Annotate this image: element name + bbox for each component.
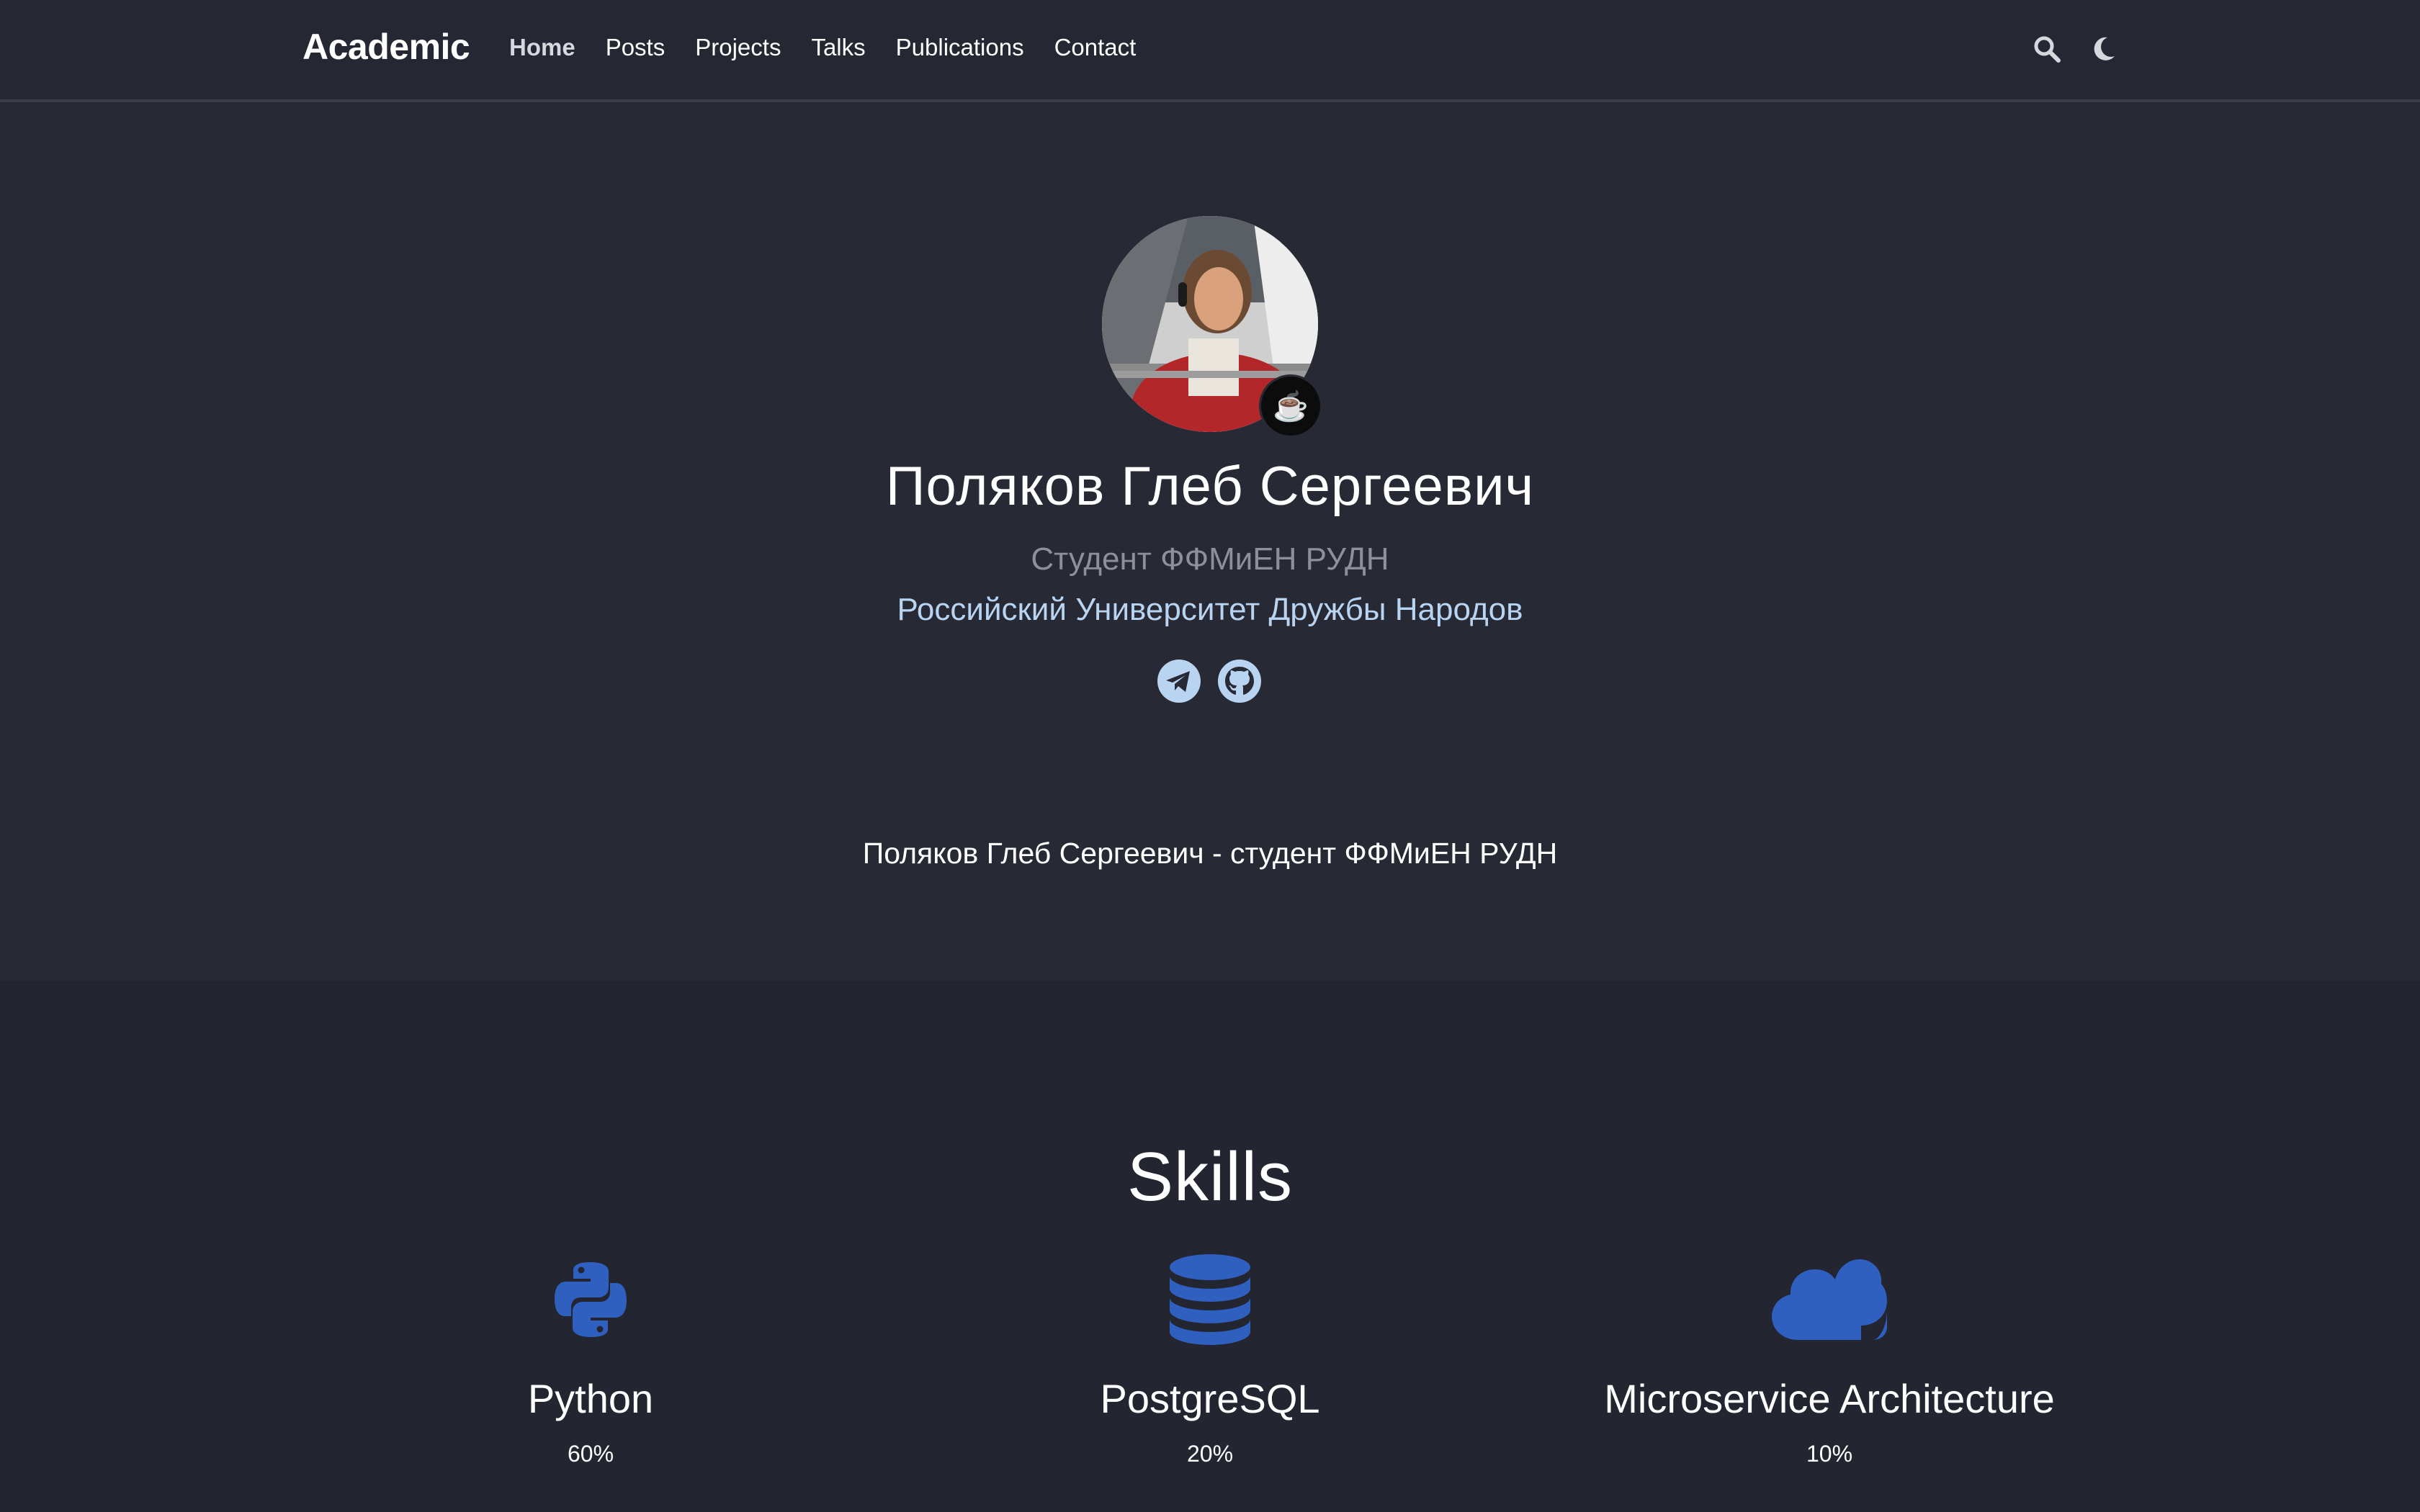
skill-level: 10% (1806, 1441, 1853, 1467)
search-icon[interactable] (2033, 35, 2061, 63)
avatar-container: ☕ (1102, 216, 1322, 438)
profile-bio: Поляков Глеб Сергеевич - студент ФФМиЕН … (862, 837, 1558, 870)
python-icon (555, 1262, 627, 1337)
github-icon[interactable] (1216, 658, 1263, 704)
status-emoji-badge: ☕ (1259, 374, 1322, 438)
nav-item-projects[interactable]: Projects (695, 34, 781, 61)
skill-postgresql: PostgreSQL 20% (900, 1254, 1520, 1467)
nav-item-home[interactable]: Home (509, 34, 575, 61)
nav-item-posts[interactable]: Posts (606, 34, 666, 61)
social-links (1156, 658, 1263, 704)
nav-item-contact[interactable]: Contact (1054, 34, 1137, 61)
moon-icon[interactable] (2089, 35, 2118, 63)
nav-item-publications[interactable]: Publications (896, 34, 1024, 61)
skills-section: Skills Python 60% PostgreSQL 20% Microse… (0, 981, 2420, 1512)
nav-item-talks[interactable]: Talks (811, 34, 865, 61)
profile-organization-link[interactable]: Российский Университет Дружбы Народов (0, 592, 2420, 628)
skills-title: Skills (1126, 1138, 1293, 1215)
skill-microservice-architecture: Microservice Architecture 10% (1520, 1254, 2139, 1467)
telegram-icon[interactable] (1156, 658, 1202, 704)
skill-level: 60% (567, 1441, 614, 1467)
skill-name: Python (527, 1376, 654, 1421)
skill-python: Python 60% (281, 1254, 900, 1467)
navbar: Academic Home Posts Projects Talks Publi… (0, 0, 2420, 102)
skill-name: Microservice Architecture (1604, 1376, 2055, 1421)
skill-name: PostgreSQL (1100, 1376, 1320, 1421)
site-brand[interactable]: Academic (302, 26, 470, 68)
profile-name: Поляков Глеб Сергеевич (885, 456, 1535, 517)
profile-hero: ☕ Поляков Глеб Сергеевич Студент ФФМиЕН … (0, 102, 2420, 981)
cloud-icon (1772, 1259, 1887, 1340)
skill-level: 20% (1186, 1441, 1234, 1467)
database-icon (1170, 1254, 1250, 1345)
profile-role: Студент ФФМиЕН РУДН (1031, 541, 1389, 577)
nav-links: Home Posts Projects Talks Publications C… (509, 34, 1136, 61)
